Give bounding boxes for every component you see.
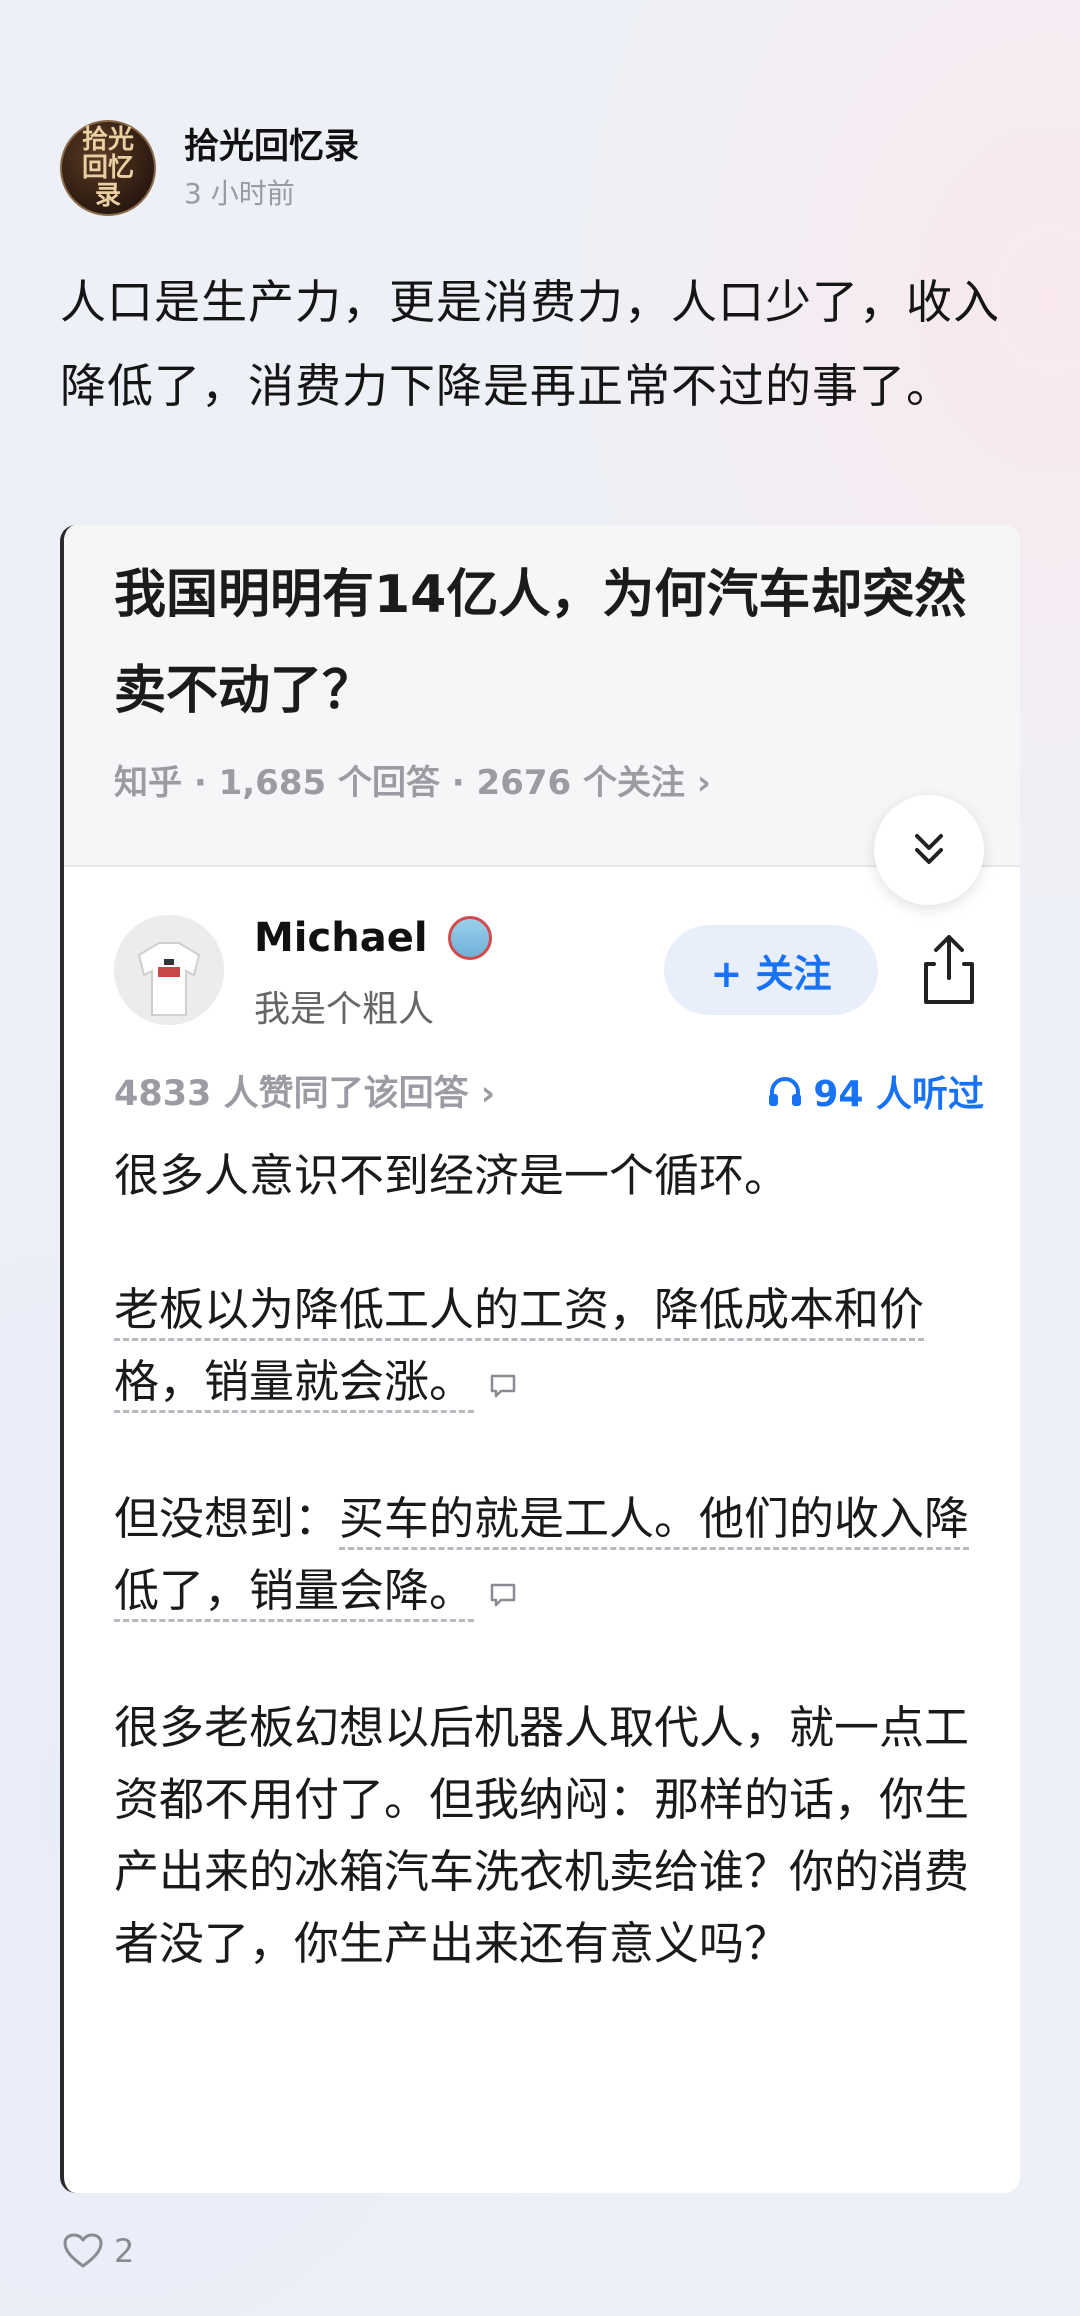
post-time: 3 小时前: [184, 177, 295, 210]
comment-icon[interactable]: [488, 1558, 518, 1630]
share-icon: [924, 935, 974, 1004]
answerer-bio: 我是个粗人: [254, 989, 435, 1030]
share-button[interactable]: [914, 930, 984, 1010]
answerer-avatar[interactable]: [114, 915, 224, 1025]
author-block: 拾光回忆录 3 小时前: [184, 125, 359, 211]
heart-icon: [63, 2233, 103, 2268]
listened-count[interactable]: 94 人听过: [767, 1065, 984, 1117]
answer-paragraph: 但没想到：买车的就是工人。他们的收入降低了，销量会降。: [114, 1483, 994, 1630]
follow-button[interactable]: + 关注: [664, 925, 878, 1015]
answerer-badge-icon: [447, 916, 492, 960]
headphones-icon: [769, 1077, 802, 1106]
tshirt-photo-icon: [114, 915, 224, 1025]
comment-icon[interactable]: [488, 1349, 518, 1421]
answer-paragraph: 很多老板幻想以后机器人取代人，就一点工资都不用付了。但我纳闷：那样的话，你生产出…: [114, 1701, 970, 1970]
underlined-text[interactable]: 老板以为降低工人的工资，降低成本和价格，销量就会涨。: [114, 1283, 925, 1413]
post-header: 拾光回忆录 拾光回忆录 3 小时前: [60, 118, 359, 218]
answer-paragraph: 很多人意识不到经济是一个循环。: [114, 1149, 790, 1202]
author-avatar[interactable]: 拾光回忆录: [60, 120, 156, 216]
question-meta: 知乎 · 1,685 个回答 · 2676 个关注 ›: [114, 763, 711, 803]
question-title: 我国明明有14亿人，为何汽车却突然卖不动了？: [114, 565, 967, 721]
like-button[interactable]: 2: [62, 2232, 134, 2270]
answer-body: 很多人意识不到经济是一个循环。 老板以为降低工人的工资，降低成本和价格，销量就会…: [114, 1140, 994, 2042]
question-header: 我国明明有14亿人，为何汽车却突然卖不动了？ 知乎 · 1,685 个回答 · …: [64, 525, 1020, 865]
answerer-name[interactable]: Michael: [254, 915, 492, 961]
author-name[interactable]: 拾光回忆录: [184, 125, 359, 169]
answer-paragraph: 老板以为降低工人的工资，降低成本和价格，销量就会涨。: [114, 1274, 994, 1421]
double-chevron-down-icon: [915, 834, 943, 864]
embedded-screenshot-card[interactable]: 我国明明有14亿人，为何汽车却突然卖不动了？ 知乎 · 1,685 个回答 · …: [60, 525, 1020, 2193]
collapse-button[interactable]: [874, 795, 984, 905]
like-count: 2: [114, 2232, 135, 2270]
vote-count[interactable]: 4833 人赞同了该回答 ›: [114, 1065, 495, 1116]
post-text: 人口是生产力，更是消费力，人口少了，收入降低了，消费力下降是再正常不过的事了。: [60, 275, 1000, 413]
